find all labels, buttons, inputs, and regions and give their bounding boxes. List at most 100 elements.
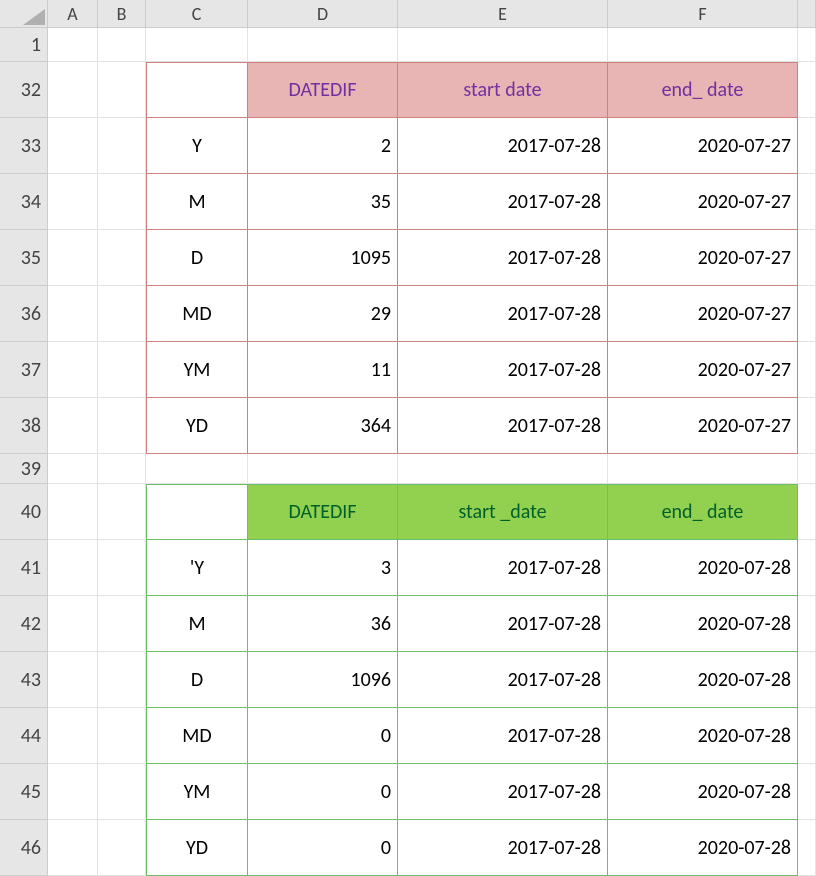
cell-B42[interactable] — [98, 596, 146, 652]
row-header-43[interactable]: 43 — [0, 652, 48, 708]
row-header-39[interactable]: 39 — [0, 454, 48, 484]
cell-E43[interactable]: 2017-07-28 — [398, 652, 608, 708]
cell-B37[interactable] — [98, 342, 146, 398]
cell-E46[interactable]: 2017-07-28 — [398, 820, 608, 876]
cell-D34[interactable]: 35 — [248, 174, 398, 230]
cell-E32[interactable]: start date — [398, 62, 608, 118]
col-header-F[interactable]: F — [608, 0, 798, 28]
cell-B35[interactable] — [98, 230, 146, 286]
cell-C40[interactable] — [146, 484, 248, 540]
cell-E44[interactable]: 2017-07-28 — [398, 708, 608, 764]
row-header-33[interactable]: 33 — [0, 118, 48, 174]
cell-C34[interactable]: M — [146, 174, 248, 230]
cell-A38[interactable] — [48, 398, 98, 454]
row-header-38[interactable]: 38 — [0, 398, 48, 454]
cell-F32[interactable]: end_ date — [608, 62, 798, 118]
cell-F42[interactable]: 2020-07-28 — [608, 596, 798, 652]
cell-C38[interactable]: YD — [146, 398, 248, 454]
cell-D39[interactable] — [248, 454, 398, 484]
row-header-35[interactable]: 35 — [0, 230, 48, 286]
cell-D37[interactable]: 11 — [248, 342, 398, 398]
cell-E40[interactable]: start _date — [398, 484, 608, 540]
cell-D36[interactable]: 29 — [248, 286, 398, 342]
cell-F45[interactable]: 2020-07-28 — [608, 764, 798, 820]
cell-B41[interactable] — [98, 540, 146, 596]
col-header-E[interactable]: E — [398, 0, 608, 28]
col-header-B[interactable]: B — [98, 0, 146, 28]
cell-E41[interactable]: 2017-07-28 — [398, 540, 608, 596]
cell-A42[interactable] — [48, 596, 98, 652]
cell-B1[interactable] — [98, 28, 146, 62]
cell-D35[interactable]: 1095 — [248, 230, 398, 286]
cell-A40[interactable] — [48, 484, 98, 540]
cell-D41[interactable]: 3 — [248, 540, 398, 596]
cell-C42[interactable]: M — [146, 596, 248, 652]
cell-E42[interactable]: 2017-07-28 — [398, 596, 608, 652]
cell-F33[interactable]: 2020-07-27 — [608, 118, 798, 174]
cell-E35[interactable]: 2017-07-28 — [398, 230, 608, 286]
row-header-44[interactable]: 44 — [0, 708, 48, 764]
cell-C1[interactable] — [146, 28, 248, 62]
cell-C37[interactable]: YM — [146, 342, 248, 398]
cell-B32[interactable] — [98, 62, 146, 118]
cell-F43[interactable]: 2020-07-28 — [608, 652, 798, 708]
cell-B38[interactable] — [98, 398, 146, 454]
cell-B46[interactable] — [98, 820, 146, 876]
cell-D42[interactable]: 36 — [248, 596, 398, 652]
cell-D43[interactable]: 1096 — [248, 652, 398, 708]
cell-F35[interactable]: 2020-07-27 — [608, 230, 798, 286]
cell-F40[interactable]: end_ date — [608, 484, 798, 540]
cell-B43[interactable] — [98, 652, 146, 708]
row-header-37[interactable]: 37 — [0, 342, 48, 398]
cell-E34[interactable]: 2017-07-28 — [398, 174, 608, 230]
cell-A39[interactable] — [48, 454, 98, 484]
select-all-corner[interactable] — [0, 0, 48, 28]
cell-F46[interactable]: 2020-07-28 — [608, 820, 798, 876]
cell-B39[interactable] — [98, 454, 146, 484]
spreadsheet-grid[interactable]: A B C D E F 1 32 DATEDIF start date end_… — [0, 0, 816, 876]
cell-A44[interactable] — [48, 708, 98, 764]
cell-C35[interactable]: D — [146, 230, 248, 286]
cell-B34[interactable] — [98, 174, 146, 230]
cell-E1[interactable] — [398, 28, 608, 62]
cell-F39[interactable] — [608, 454, 798, 484]
col-header-D[interactable]: D — [248, 0, 398, 28]
cell-D46[interactable]: 0 — [248, 820, 398, 876]
cell-E36[interactable]: 2017-07-28 — [398, 286, 608, 342]
cell-C36[interactable]: MD — [146, 286, 248, 342]
cell-C45[interactable]: YM — [146, 764, 248, 820]
cell-E38[interactable]: 2017-07-28 — [398, 398, 608, 454]
cell-A1[interactable] — [48, 28, 98, 62]
cell-A33[interactable] — [48, 118, 98, 174]
row-header-45[interactable]: 45 — [0, 764, 48, 820]
cell-A43[interactable] — [48, 652, 98, 708]
cell-A37[interactable] — [48, 342, 98, 398]
cell-C43[interactable]: D — [146, 652, 248, 708]
row-header-32[interactable]: 32 — [0, 62, 48, 118]
row-header-1[interactable]: 1 — [0, 28, 48, 62]
row-header-40[interactable]: 40 — [0, 484, 48, 540]
cell-B45[interactable] — [98, 764, 146, 820]
cell-A45[interactable] — [48, 764, 98, 820]
cell-C32[interactable] — [146, 62, 248, 118]
cell-A35[interactable] — [48, 230, 98, 286]
cell-C44[interactable]: MD — [146, 708, 248, 764]
row-header-46[interactable]: 46 — [0, 820, 48, 876]
cell-F37[interactable]: 2020-07-27 — [608, 342, 798, 398]
row-header-34[interactable]: 34 — [0, 174, 48, 230]
cell-C46[interactable]: YD — [146, 820, 248, 876]
cell-C39[interactable] — [146, 454, 248, 484]
cell-D32[interactable]: DATEDIF — [248, 62, 398, 118]
col-header-A[interactable]: A — [48, 0, 98, 28]
cell-D40[interactable]: DATEDIF — [248, 484, 398, 540]
cell-B40[interactable] — [98, 484, 146, 540]
cell-E39[interactable] — [398, 454, 608, 484]
cell-F41[interactable]: 2020-07-28 — [608, 540, 798, 596]
row-header-36[interactable]: 36 — [0, 286, 48, 342]
cell-F36[interactable]: 2020-07-27 — [608, 286, 798, 342]
cell-A36[interactable] — [48, 286, 98, 342]
cell-D38[interactable]: 364 — [248, 398, 398, 454]
cell-D1[interactable] — [248, 28, 398, 62]
row-header-42[interactable]: 42 — [0, 596, 48, 652]
cell-E37[interactable]: 2017-07-28 — [398, 342, 608, 398]
